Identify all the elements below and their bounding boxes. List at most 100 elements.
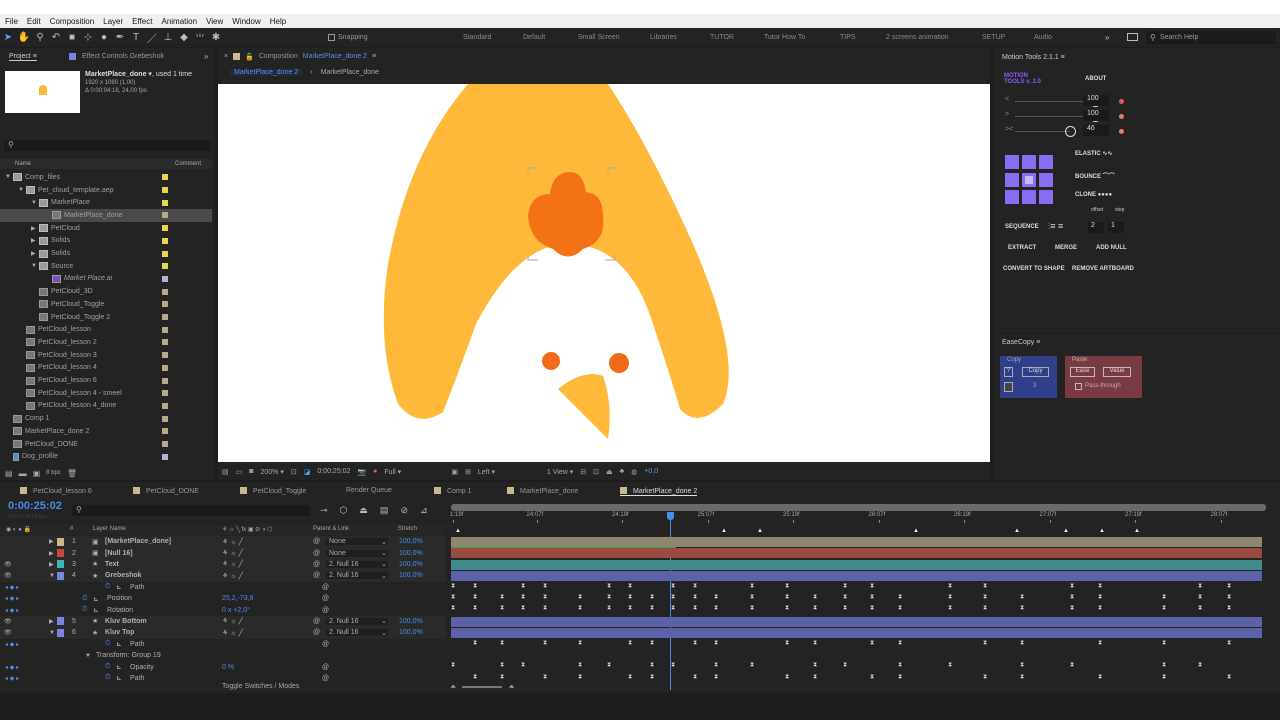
graph-icon[interactable]: ⊾ xyxy=(116,674,122,682)
visibility-eye-icon[interactable]: 👁 xyxy=(4,618,12,625)
layer-name[interactable]: Kluv Top xyxy=(105,629,134,636)
parent-dropdown[interactable]: None xyxy=(326,538,388,546)
project-item[interactable]: PetCloud_lesson 4 - smeel xyxy=(0,387,212,400)
graph-icon[interactable]: ⊾ xyxy=(116,583,122,591)
layer-row[interactable]: ▶ 2 ▣ [Null 16] ⚘ ☼ ╱ @ None ⌄ 100,0% xyxy=(0,547,446,559)
layer-name[interactable]: Grebeshok xyxy=(105,572,142,579)
keyframe[interactable]: ⧗ xyxy=(521,594,526,600)
property-row[interactable]: ▼ Transform: Group 19 xyxy=(0,650,446,661)
label-color-swatch[interactable] xyxy=(162,377,168,384)
exposure-icon[interactable]: ◍ xyxy=(631,468,637,476)
label-color-swatch[interactable] xyxy=(162,314,168,321)
project-item[interactable]: PetCloud_lesson 2 xyxy=(0,336,212,349)
new-comp-icon[interactable]: ▣ xyxy=(33,469,41,478)
brush-tool-icon[interactable]: ／ xyxy=(144,30,160,45)
keyframe[interactable]: ⧗ xyxy=(451,605,456,611)
keyframe[interactable]: ⧗ xyxy=(1162,674,1167,680)
ellipse-tool-icon[interactable]: ● xyxy=(96,32,112,43)
keyframe[interactable]: ⧗ xyxy=(650,594,655,600)
keyframe-dot-icon[interactable] xyxy=(1119,129,1124,134)
keyframe-navigator[interactable]: ◂ ◆ ▸ xyxy=(5,595,19,602)
workspace-tab[interactable]: SETUP xyxy=(982,34,1005,41)
search-help-input[interactable]: ⚲ Search Help xyxy=(1146,31,1276,44)
transparency-grid-icon[interactable]: ◪ xyxy=(304,468,311,476)
keyframe[interactable]: ⧗ xyxy=(500,640,505,646)
parent-dropdown[interactable]: None xyxy=(326,549,388,557)
sequence-stairs-icon[interactable]: ⫶≡ ≡ xyxy=(1048,221,1063,232)
label-color-swatch[interactable] xyxy=(162,339,168,346)
marker[interactable]: ▲ xyxy=(913,528,919,534)
stretch-value[interactable]: 100,0% xyxy=(399,538,423,545)
keyframe[interactable]: ⧗ xyxy=(607,594,612,600)
keyframe[interactable]: ⧗ xyxy=(948,605,953,611)
expand-down-icon[interactable]: ▼ xyxy=(18,187,26,193)
property-row[interactable]: ◂ ◆ ▸ ⏱ ⊾ Rotation 0 x +2,0° @ xyxy=(0,604,446,615)
workspace-tab[interactable]: Standard xyxy=(463,34,491,41)
label-color-swatch[interactable] xyxy=(162,301,168,308)
keyframe[interactable]: ⧗ xyxy=(785,605,790,611)
snapshot-icon[interactable]: 📷 xyxy=(357,468,366,476)
label-color-swatch[interactable] xyxy=(162,250,168,257)
panel-menu-icon[interactable]: ≡ xyxy=(372,53,376,61)
paste-ease-button[interactable]: Ease xyxy=(1070,367,1095,377)
region-of-interest-icon[interactable]: ⊡ xyxy=(291,468,297,476)
timeline-timecode[interactable]: 0:00:25:02 xyxy=(8,500,62,512)
keyframe[interactable]: ⧗ xyxy=(1020,640,1025,646)
project-item[interactable]: ▼ MarketPlace xyxy=(0,196,212,209)
bit-depth-button[interactable]: 8 bpc xyxy=(46,470,61,476)
keyframe[interactable]: ⧗ xyxy=(500,674,505,680)
label-color-swatch[interactable] xyxy=(162,288,168,295)
timeline-tab[interactable]: MarketPlace_done 2 xyxy=(620,487,698,496)
workspace-tab[interactable]: Tutor How To xyxy=(764,34,805,41)
label-color-swatch[interactable] xyxy=(57,617,64,626)
paste-value-button[interactable]: Value xyxy=(1103,367,1131,377)
graph-icon[interactable]: ⊾ xyxy=(93,595,99,603)
about-button[interactable]: ABOUT xyxy=(1085,76,1106,82)
keyframe[interactable]: ⧗ xyxy=(1070,662,1075,668)
keyframe-dot-icon[interactable] xyxy=(1119,99,1124,104)
exposure-value[interactable]: +0,0 xyxy=(644,468,658,475)
interpret-footage-icon[interactable]: ▤ xyxy=(5,469,13,478)
keyframe[interactable]: ⧗ xyxy=(650,674,655,680)
keyframe[interactable]: ⧗ xyxy=(1227,674,1232,680)
keyframe[interactable]: ⧗ xyxy=(693,605,698,611)
composition-flowchart-icon[interactable]: ⊸ xyxy=(320,505,328,516)
keyframe[interactable]: ⧗ xyxy=(843,662,848,668)
menu-composition[interactable]: Composition xyxy=(50,17,94,26)
label-color-swatch[interactable] xyxy=(57,571,64,580)
snapping-toggle[interactable]: Snapping xyxy=(328,34,368,41)
layer-duration-bar[interactable] xyxy=(451,559,1262,570)
label-color-swatch[interactable] xyxy=(162,275,168,282)
type-tool-icon[interactable]: T xyxy=(128,32,144,43)
menu-help[interactable]: Help xyxy=(270,17,286,26)
fast-preview-icon[interactable]: ▣ xyxy=(451,468,458,476)
pickwhip-icon[interactable]: @ xyxy=(322,584,329,591)
keyframe[interactable]: ⧗ xyxy=(983,605,988,611)
stretch-value[interactable]: 100,0% xyxy=(399,572,423,579)
expand-down-icon[interactable]: ▼ xyxy=(31,200,39,206)
layer-switches[interactable]: ⚘ ☼ ╱ xyxy=(222,617,243,625)
keyframe[interactable]: ⧗ xyxy=(473,605,478,611)
keyframe[interactable]: ⧗ xyxy=(714,594,719,600)
keyframe[interactable]: ⧗ xyxy=(628,583,633,589)
project-item[interactable]: ▶ Solids xyxy=(0,247,212,260)
keyframe[interactable]: ⧗ xyxy=(870,640,875,646)
zoom-slider[interactable]: ⏶ ⏶ xyxy=(450,682,515,692)
pickwhip-icon[interactable]: @ xyxy=(322,675,329,682)
keyframe[interactable]: ⧗ xyxy=(1070,594,1075,600)
keyframe[interactable]: ⧗ xyxy=(1198,662,1203,668)
anchor-cell[interactable] xyxy=(1022,190,1036,205)
layer-switches[interactable]: ⚘ ☼ ╱ xyxy=(222,572,243,580)
label-color-swatch[interactable] xyxy=(162,237,168,244)
keyframe-navigator[interactable]: ◂ ◆ ▸ xyxy=(5,641,19,648)
shy-layers-icon[interactable]: ⏏ xyxy=(359,505,368,516)
flowchart-icon[interactable]: ♣ xyxy=(620,468,625,475)
step-input[interactable]: 1 xyxy=(1108,222,1124,233)
remove-artboard-button[interactable]: REMOVE ARTBOARD xyxy=(1072,266,1134,272)
project-item[interactable]: Dog_profile xyxy=(0,450,212,463)
draft-3d-icon[interactable]: ⬡ xyxy=(340,505,348,516)
menu-edit[interactable]: Edit xyxy=(27,17,41,26)
workspace-tab[interactable]: Libraries xyxy=(650,34,677,41)
keyframe[interactable]: ⧗ xyxy=(451,594,456,600)
keyframe[interactable]: ⧗ xyxy=(870,594,875,600)
